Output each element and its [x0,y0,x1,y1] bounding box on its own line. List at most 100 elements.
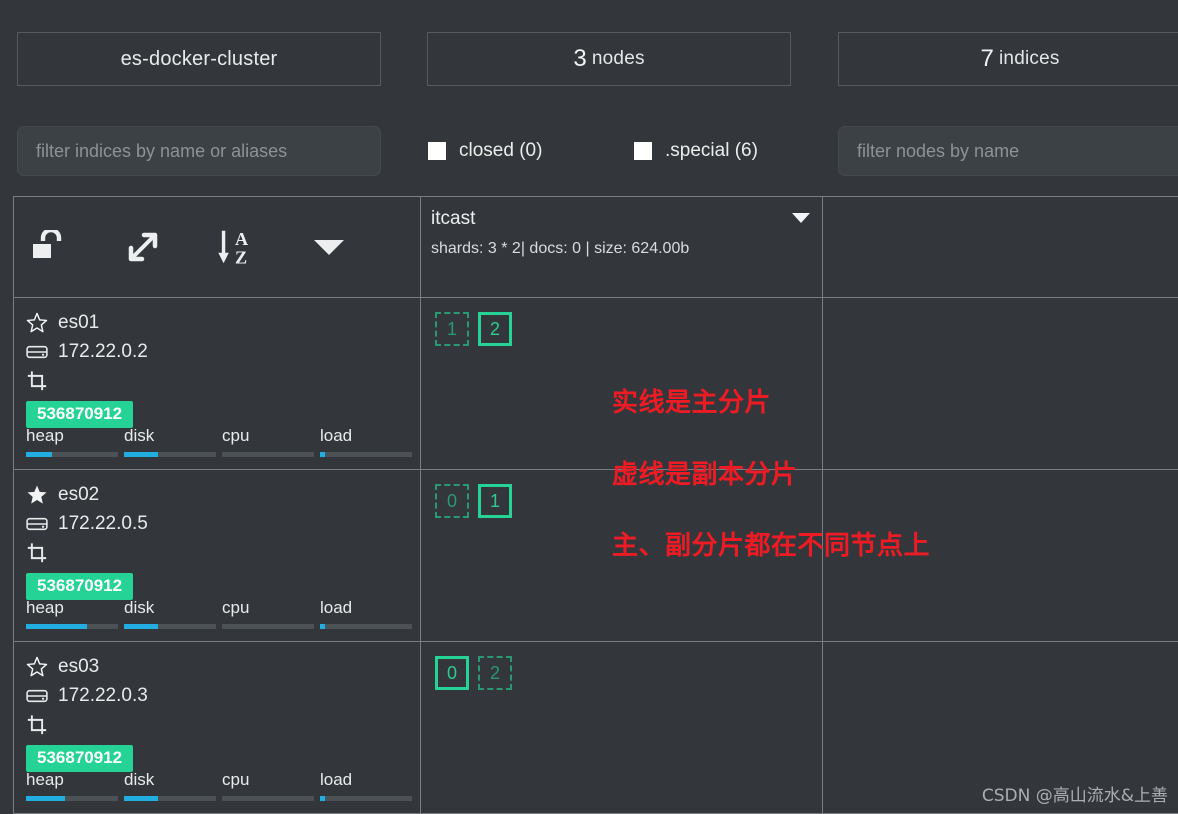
node-metric: cpu [222,426,320,457]
shard-replica[interactable]: 0 [435,484,469,518]
special-indices-checkbox-group[interactable]: .special (6) [634,126,758,176]
node-metric-track [320,624,412,629]
shard-replica[interactable]: 2 [478,656,512,690]
node-metric: load [320,770,418,801]
node-metric: cpu [222,770,320,801]
table-header-row: A Z itcast shards: 3 * 2| docs: 0 | size… [14,197,1178,298]
shard-list: 12 [421,298,822,346]
node-metric-label: disk [124,598,155,617]
cluster-name-label: es-docker-cluster [120,47,278,70]
node-metric-fill [26,452,52,457]
empty-cell [823,470,1178,642]
node-metric-track [26,796,118,801]
node-memory-badge: 536870912 [26,573,134,600]
cluster-summary-bar: es-docker-cluster 3 nodes 7 indices [0,0,1178,112]
special-indices-checkbox[interactable] [634,142,652,160]
index-name: itcast [431,208,476,229]
node-name-row: es03 [26,652,408,681]
node-metric-track [124,624,216,629]
crop-icon [26,542,48,564]
node-name-row: es02 [26,480,408,509]
node-metric-track [124,796,216,801]
closed-indices-checkbox[interactable] [428,142,446,160]
node-ip: 172.22.0.3 [58,684,148,706]
shard-primary[interactable]: 0 [435,656,469,690]
node-metric-label: load [320,598,353,617]
node-metric-track [320,452,412,457]
server-icon [26,685,48,707]
unlock-icon[interactable] [28,225,72,269]
node-data-role-row [26,538,408,567]
node-metric-label: load [320,770,353,789]
node-metrics: heap disk cpu load [26,770,426,801]
node-metric-fill [124,624,159,629]
node-metric-fill [124,796,159,801]
indices-count-box[interactable]: 7 indices [838,32,1178,86]
node-data-role-row [26,366,408,395]
filter-bar: closed (0) .special (6) [0,112,1178,190]
node-name-row: es01 [26,308,408,337]
node-memory-badge: 536870912 [26,401,134,428]
shard-replica[interactable]: 1 [435,312,469,346]
node-metric-fill [320,796,325,801]
node-metric-label: cpu [222,770,250,789]
star-outline-icon [26,656,48,678]
node-metric: heap [26,598,124,629]
node-metric: load [320,426,418,457]
node-info-cell: es01 172.22.0.2 536870912 heap disk cpu load [14,298,421,470]
index-menu-chevron-down-icon[interactable] [792,213,810,223]
node-ip-row: 172.22.0.3 [26,681,408,710]
node-row: es01 172.22.0.2 536870912 heap disk cpu load 1 2 [14,298,1178,470]
special-indices-label: .special (6) [665,140,758,161]
node-shards-cell: 02 [421,642,823,814]
node-metric-label: load [320,426,353,445]
nodes-count-box[interactable]: 3 nodes [427,32,791,86]
node-metric: heap [26,770,124,801]
node-info-cell: es02 172.22.0.5 536870912 heap disk cpu load [14,470,421,642]
filter-indices-input[interactable] [17,126,381,176]
index-meta: shards: 3 * 2| docs: 0 | size: 624.00b [431,239,690,257]
shard-list: 02 [421,642,822,690]
node-metric: disk [124,598,222,629]
cluster-overview-table: A Z itcast shards: 3 * 2| docs: 0 | size… [13,196,1178,814]
expand-icon[interactable] [121,225,165,269]
node-metric-label: heap [26,426,64,445]
filter-nodes-input[interactable] [838,126,1178,176]
node-metric-track [222,624,314,629]
empty-header-cell [823,197,1178,298]
node-data-role-row [26,710,408,739]
star-outline-icon [26,312,48,334]
node-ip-row: 172.22.0.5 [26,509,408,538]
node-metric: load [320,598,418,629]
node-metric-fill [320,624,325,629]
node-ip: 172.22.0.2 [58,340,148,362]
csdn-watermark: CSDN @高山流水&上善 [981,786,1168,806]
indices-count-label: indices [999,48,1060,69]
node-metric-label: disk [124,426,155,445]
shard-primary[interactable]: 1 [478,484,512,518]
sort-az-icon[interactable]: A Z [214,225,258,269]
cluster-name-box[interactable]: es-docker-cluster [17,32,381,86]
elasticsearch-head-app: es-docker-cluster 3 nodes 7 indices clos… [0,0,1178,814]
node-body: es03 172.22.0.3 536870912 heap disk cpu load [14,642,420,813]
node-metrics: heap disk cpu load [26,426,426,457]
chevron-down-icon[interactable] [307,225,351,269]
node-body: es02 172.22.0.5 536870912 heap disk cpu load [14,470,420,641]
node-metric: heap [26,426,124,457]
node-ip-row: 172.22.0.2 [26,337,408,366]
shard-list: 01 [421,470,822,518]
crop-icon [26,370,48,392]
node-body: es01 172.22.0.2 536870912 heap disk cpu load [14,298,420,469]
svg-text:A: A [235,229,248,249]
node-metric-track [124,452,216,457]
server-icon [26,341,48,363]
toolbar-cell: A Z [14,197,421,298]
shard-primary[interactable]: 2 [478,312,512,346]
node-metric-label: disk [124,770,155,789]
node-metric-track [222,796,314,801]
node-metric-label: heap [26,598,64,617]
node-metric-label: cpu [222,426,250,445]
node-name: es03 [58,655,100,677]
closed-indices-checkbox-group[interactable]: closed (0) [428,126,542,176]
node-row: es02 172.22.0.5 536870912 heap disk cpu load 0 1 [14,470,1178,642]
